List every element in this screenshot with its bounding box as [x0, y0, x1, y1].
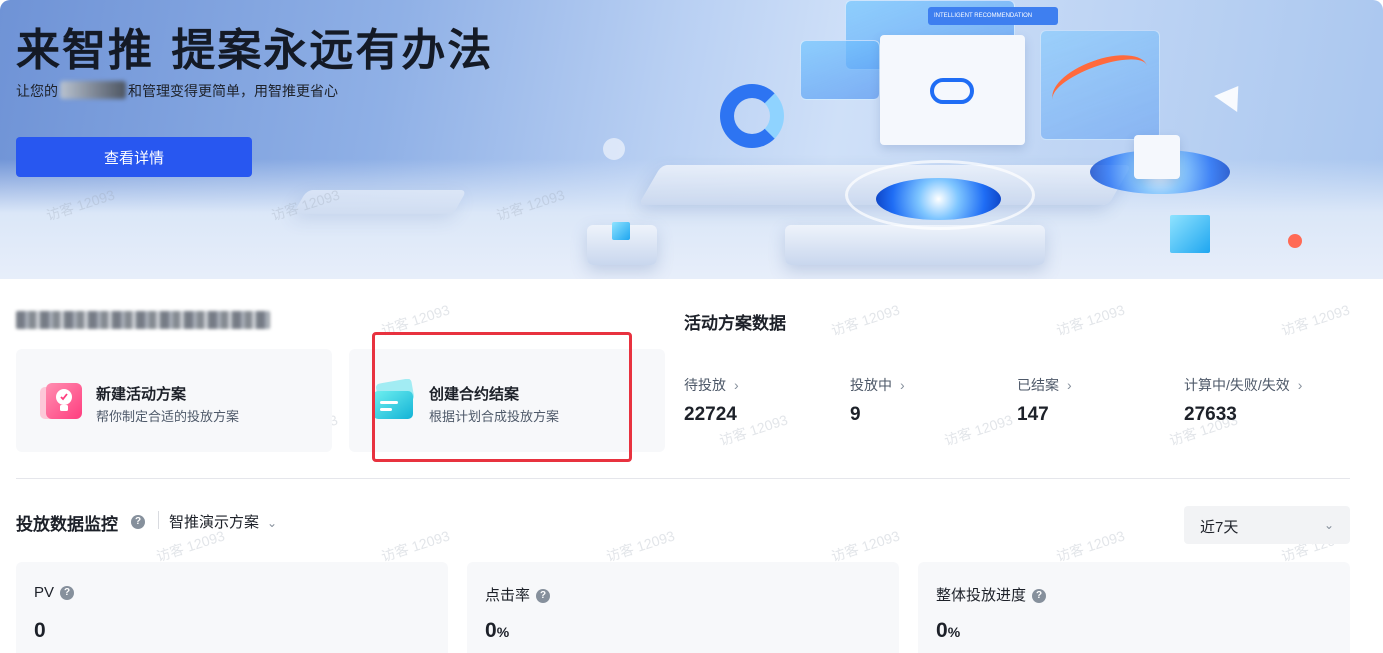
hero-art-cubes — [1170, 215, 1210, 253]
redacted-text — [60, 81, 126, 99]
date-range-value: 近7天 — [1200, 519, 1239, 536]
plan-select-value: 智推演示方案 — [169, 514, 260, 531]
watermark: 访客 12093 — [829, 301, 902, 339]
help-icon[interactable]: ? — [60, 586, 75, 601]
metric-label: 整体投放进度? — [936, 584, 1047, 605]
redacted-section-title — [16, 311, 270, 329]
help-icon[interactable]: ? — [1032, 589, 1047, 604]
new-activity-plan-card[interactable]: 新建活动方案 帮你制定合适的投放方案 — [16, 349, 332, 452]
metric-label: PV? — [34, 584, 75, 601]
chevron-right-icon: › — [900, 377, 905, 393]
banner-subtitle-prefix: 让您的 — [16, 83, 58, 99]
banner-subtitle: 让您的 和管理变得更简单，用智推更省心 — [16, 81, 338, 101]
watermark: 访客 12093 — [379, 527, 452, 565]
banner-title: 来智推 提案永远有办法 — [16, 25, 494, 76]
hero-art-base — [785, 225, 1045, 265]
stat-value: 9 — [850, 404, 861, 425]
watermark: 访客 12093 — [1054, 527, 1127, 565]
watermark: 访客 12093 — [604, 527, 677, 565]
stat-value: 27633 — [1184, 404, 1237, 425]
card-description: 根据计划合成投放方案 — [429, 409, 560, 424]
metric-card-pv: PV? 0 — [16, 562, 448, 653]
hero-art-cube — [612, 222, 630, 240]
hero-art-chip: INTELLIGENT RECOMMENDATION — [928, 7, 1058, 25]
stat-value: 147 — [1017, 404, 1049, 425]
chevron-right-icon: › — [1067, 377, 1072, 393]
hero-art-bubble — [603, 138, 625, 160]
metric-value: 0% — [936, 619, 961, 642]
hero-art-slider-panel — [800, 40, 880, 100]
lightbulb-icon — [40, 383, 82, 419]
stat-in-progress[interactable]: 投放中 › 9 — [850, 375, 905, 426]
watermark: 访客 12093 — [1054, 301, 1127, 339]
metric-value: 0 — [34, 619, 46, 642]
chevron-down-icon: ⌄ — [267, 516, 278, 530]
stat-pending[interactable]: 待投放 › 22724 — [684, 375, 739, 426]
monitor-title: 投放数据监控 — [16, 515, 118, 534]
hero-art-logo — [930, 78, 974, 104]
vertical-separator — [158, 511, 159, 529]
hero-art-red-dot — [1288, 234, 1302, 248]
stat-label: 已结案 — [1017, 377, 1059, 393]
watermark: 访客 12093 — [379, 301, 452, 339]
hero-art-tile — [293, 190, 467, 214]
card-title: 创建合约结案 — [429, 386, 520, 403]
stat-label: 投放中 — [850, 377, 892, 393]
metric-value: 0% — [485, 619, 510, 642]
view-details-button[interactable]: 查看详情 — [16, 137, 252, 177]
cards-icon — [373, 379, 415, 419]
metric-label: 点击率? — [485, 584, 551, 605]
card-title: 新建活动方案 — [96, 386, 187, 403]
banner-subtitle-suffix: 和管理变得更简单，用智推更省心 — [128, 83, 338, 99]
stats-title: 活动方案数据 — [684, 314, 786, 333]
hero-art-donut — [720, 84, 784, 148]
plan-select[interactable]: 智推演示方案 ⌄ — [169, 511, 277, 532]
help-icon[interactable]: ? — [536, 589, 551, 604]
stat-value: 22724 — [684, 404, 737, 425]
date-range-select[interactable]: 近7天 ⌄ — [1184, 506, 1350, 544]
chevron-right-icon: › — [734, 377, 739, 393]
watermark: 访客 12093 — [829, 527, 902, 565]
help-icon[interactable]: ? — [131, 515, 145, 529]
create-contract-closing-card[interactable]: 创建合约结案 根据计划合成投放方案 — [349, 349, 665, 452]
hero-art-note — [1134, 135, 1180, 179]
metric-card-progress: 整体投放进度? 0% — [918, 562, 1350, 653]
hero-banner: INTELLIGENT RECOMMENDATION 来智推 提案永远有办法 让… — [0, 0, 1383, 279]
chevron-right-icon: › — [1297, 377, 1303, 393]
hero-art-plane — [1214, 77, 1250, 113]
chevron-down-icon: ⌄ — [1323, 518, 1334, 532]
stat-label: 待投放 — [684, 377, 726, 393]
stat-label: 计算中/失败/失效 — [1184, 377, 1290, 393]
metric-card-ctr: 点击率? 0% — [467, 562, 899, 653]
card-description: 帮你制定合适的投放方案 — [96, 409, 240, 424]
watermark: 访客 12093 — [1279, 301, 1352, 339]
stat-computing-failed-expired[interactable]: 计算中/失败/失效 › 27633 — [1184, 375, 1302, 426]
section-divider — [16, 478, 1350, 479]
hero-art-ring — [845, 160, 1035, 230]
watermark: 访客 12093 — [942, 411, 1015, 449]
stat-closed[interactable]: 已结案 › 147 — [1017, 375, 1072, 426]
